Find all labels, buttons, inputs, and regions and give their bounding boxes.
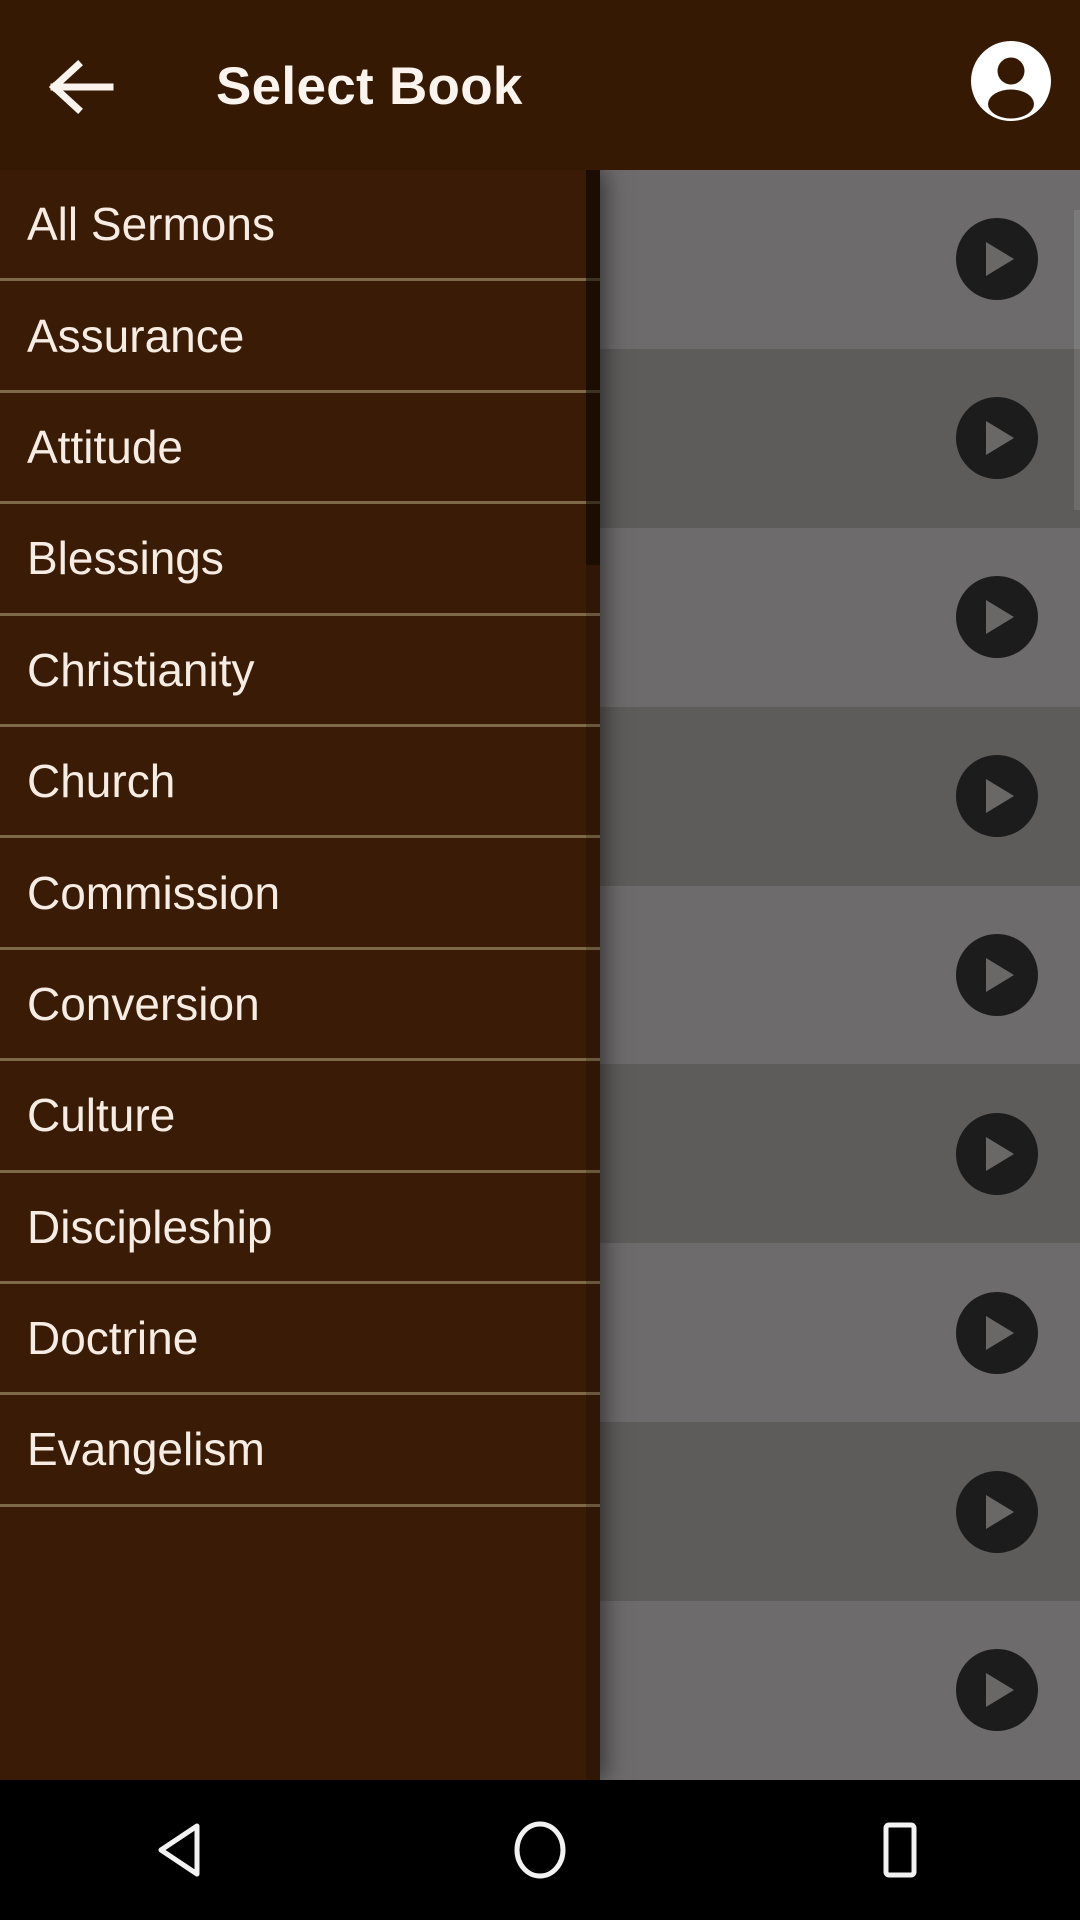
drawer-item-all-sermons[interactable]: All Sermons bbox=[0, 170, 600, 282]
drawer-item-label: Christianity bbox=[27, 643, 255, 696]
drawer-item-label: All Sermons bbox=[27, 198, 275, 251]
drawer-item-label: Discipleship bbox=[27, 1200, 273, 1253]
book-category-list: All Sermons Assurance Attitude Blessings Chr… bbox=[0, 170, 600, 1507]
drawer-item-blessings[interactable]: Blessings bbox=[0, 504, 600, 616]
play-icon[interactable] bbox=[956, 218, 1038, 301]
drawer-item-christianity[interactable]: Christianity bbox=[0, 615, 600, 727]
drawer-scrollbar-thumb[interactable] bbox=[586, 170, 600, 565]
drawer-item-label: Assurance bbox=[27, 309, 245, 362]
drawer-item-label: Blessings bbox=[27, 532, 224, 585]
drawer-item-church[interactable]: Church bbox=[0, 726, 600, 839]
arrow-left-icon bbox=[46, 57, 118, 117]
play-icon[interactable] bbox=[956, 933, 1038, 1016]
drawer-item-conversion[interactable]: Conversion bbox=[0, 949, 600, 1062]
phone-screen: 1at 00:02-18-1838-15rnal Readingyer All … bbox=[0, 0, 1080, 1920]
drawer-item-label: Culture bbox=[27, 1089, 176, 1142]
system-navigation-bar bbox=[0, 1780, 1080, 1920]
nav-back-button[interactable] bbox=[0, 1780, 360, 1920]
play-icon[interactable] bbox=[956, 1649, 1038, 1732]
nav-home-button[interactable] bbox=[360, 1780, 720, 1920]
app-bar: Select Book bbox=[0, 0, 1080, 170]
nav-recents-button[interactable] bbox=[720, 1780, 1080, 1920]
back-button[interactable] bbox=[42, 47, 122, 127]
drawer-item-label: Attitude bbox=[27, 420, 183, 473]
back-triangle-icon bbox=[153, 1820, 207, 1880]
sermon-list-scrollbar[interactable] bbox=[1074, 210, 1080, 510]
drawer-item-culture[interactable]: Culture bbox=[0, 1061, 600, 1173]
play-icon[interactable] bbox=[956, 1291, 1038, 1374]
page-title: Select Book bbox=[216, 57, 523, 116]
drawer-item-label: Commission bbox=[27, 866, 281, 919]
drawer-item-label: Conversion bbox=[27, 977, 260, 1030]
drawer-item-attitude[interactable]: Attitude bbox=[0, 392, 600, 505]
drawer-item-assurance[interactable]: Assurance bbox=[0, 281, 600, 393]
drawer-item-evangelism[interactable]: Evangelism bbox=[0, 1395, 600, 1507]
recents-square-icon bbox=[872, 1820, 928, 1880]
account-button[interactable] bbox=[968, 40, 1054, 126]
drawer-item-label: Doctrine bbox=[27, 1312, 199, 1365]
play-icon[interactable] bbox=[956, 576, 1038, 659]
navigation-drawer[interactable]: All Sermons Assurance Attitude Blessings Chr… bbox=[0, 170, 600, 1780]
drawer-item-discipleship[interactable]: Discipleship bbox=[0, 1172, 600, 1284]
home-circle-icon bbox=[510, 1818, 570, 1882]
drawer-item-label: Church bbox=[27, 755, 176, 808]
play-icon[interactable] bbox=[956, 397, 1038, 480]
play-icon[interactable] bbox=[956, 1112, 1038, 1195]
drawer-item-label: Evangelism bbox=[27, 1423, 265, 1476]
drawer-item-doctrine[interactable]: Doctrine bbox=[0, 1283, 600, 1396]
drawer-item-commission[interactable]: Commission bbox=[0, 838, 600, 950]
play-icon[interactable] bbox=[956, 1470, 1038, 1553]
account-circle-icon bbox=[968, 38, 1054, 129]
drawer-scrollbar-track[interactable] bbox=[586, 170, 600, 1780]
play-icon[interactable] bbox=[956, 755, 1038, 838]
